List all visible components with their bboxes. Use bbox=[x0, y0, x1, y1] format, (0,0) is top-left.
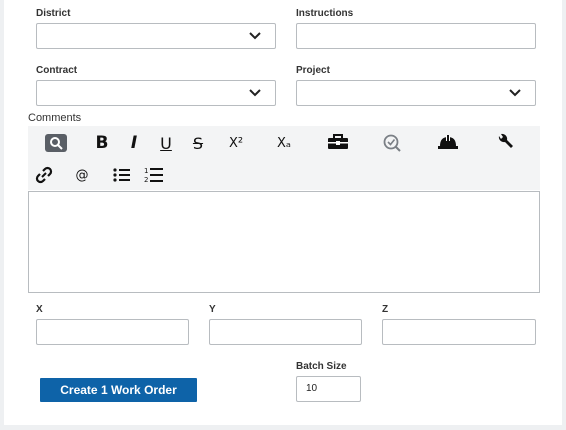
chevron-down-icon bbox=[509, 89, 521, 97]
comments-editor[interactable] bbox=[28, 191, 540, 293]
contract-select[interactable] bbox=[36, 80, 276, 106]
subscript-icon[interactable]: Xₐ bbox=[272, 131, 296, 155]
chevron-down-icon bbox=[249, 32, 261, 40]
svg-text:1: 1 bbox=[144, 167, 148, 175]
bold-icon[interactable]: B bbox=[90, 131, 114, 155]
underline-icon[interactable]: U bbox=[154, 131, 178, 155]
rich-text-toolbar: B I U S X² Xₐ @ 12 bbox=[28, 126, 540, 190]
create-work-order-button[interactable]: Create 1 Work Order bbox=[40, 378, 197, 402]
superscript-icon[interactable]: X² bbox=[224, 131, 248, 155]
svg-text:2: 2 bbox=[144, 176, 148, 184]
wrench-icon[interactable] bbox=[494, 130, 518, 154]
toolbox-icon[interactable] bbox=[326, 130, 350, 154]
z-label: Z bbox=[382, 304, 389, 315]
y-label: Y bbox=[209, 304, 216, 315]
project-select[interactable] bbox=[296, 80, 536, 106]
batch-size-value: 10 bbox=[306, 383, 318, 394]
batch-size-label: Batch Size bbox=[296, 361, 347, 372]
instructions-label: Instructions bbox=[296, 8, 354, 19]
italic-icon[interactable]: I bbox=[122, 131, 146, 155]
batch-size-input[interactable]: 10 bbox=[296, 376, 361, 402]
project-label: Project bbox=[296, 65, 330, 76]
district-label: District bbox=[36, 8, 71, 19]
strikethrough-icon[interactable]: S bbox=[186, 131, 210, 155]
y-input[interactable] bbox=[209, 319, 362, 345]
instructions-input[interactable] bbox=[296, 23, 536, 49]
district-select[interactable] bbox=[36, 23, 276, 49]
inspect-icon[interactable] bbox=[380, 131, 404, 155]
contract-label: Contract bbox=[36, 65, 78, 76]
x-label: X bbox=[36, 304, 43, 315]
bullet-list-icon[interactable] bbox=[110, 163, 134, 187]
link-icon[interactable] bbox=[32, 163, 56, 187]
hardhat-icon[interactable] bbox=[436, 130, 460, 154]
search-icon[interactable] bbox=[44, 131, 68, 155]
x-input[interactable] bbox=[36, 319, 189, 345]
z-input[interactable] bbox=[382, 319, 536, 345]
numbered-list-icon[interactable]: 12 bbox=[142, 163, 166, 187]
comments-label: Comments bbox=[28, 112, 82, 124]
mention-icon[interactable]: @ bbox=[70, 163, 94, 187]
chevron-down-icon bbox=[249, 89, 261, 97]
